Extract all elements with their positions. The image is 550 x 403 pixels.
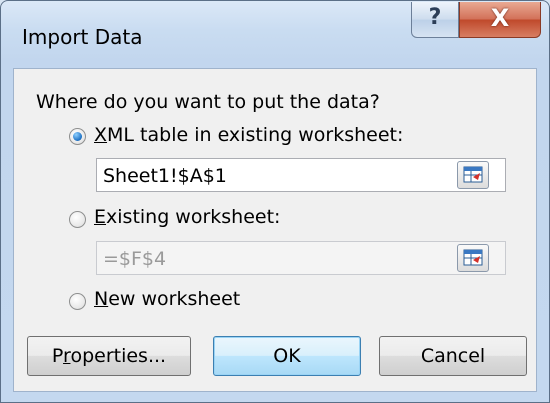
radio-xml-table-label[interactable]: XML table in existing worksheet: — [94, 124, 403, 146]
xml-table-range-value: Sheet1!$A$1 — [103, 165, 227, 187]
mnemonic-e: E — [94, 206, 107, 228]
properties-button[interactable]: Properties... — [27, 336, 191, 376]
collapse-dialog-icon — [463, 249, 483, 266]
collapse-dialog-icon — [463, 166, 483, 183]
radio-new-worksheet[interactable] — [69, 293, 86, 310]
label-rest: ew worksheet — [108, 288, 241, 310]
mnemonic-n: N — [94, 288, 109, 310]
label-rest: xisting worksheet: — [106, 206, 281, 228]
existing-worksheet-range-value: =$F$4 — [103, 248, 167, 270]
help-button[interactable]: ? — [411, 2, 459, 38]
label-pre: P — [51, 345, 64, 367]
dialog-title: Import Data — [22, 25, 143, 49]
help-icon: ? — [428, 5, 442, 30]
existing-worksheet-ref-button[interactable] — [457, 244, 489, 272]
radio-new-worksheet-label[interactable]: New worksheet — [94, 288, 240, 310]
radio-existing-worksheet[interactable] — [69, 211, 86, 228]
prompt-label: Where do you want to put the data? — [36, 91, 380, 113]
xml-table-range-ref-button[interactable] — [457, 161, 489, 189]
close-button[interactable]: X — [459, 2, 541, 38]
radio-existing-worksheet-label[interactable]: Existing worksheet: — [94, 206, 280, 228]
existing-worksheet-range-field[interactable]: =$F$4 — [96, 241, 506, 275]
cancel-button[interactable]: Cancel — [379, 336, 527, 376]
title-bar[interactable]: Import Data ? X — [1, 1, 549, 67]
label-rest: operties... — [70, 345, 167, 367]
dialog-content: Where do you want to put the data? XML t… — [13, 68, 537, 392]
ok-button[interactable]: OK — [213, 336, 361, 376]
import-data-dialog: Import Data ? X Where do you want to put… — [0, 0, 550, 403]
mnemonic-x: X — [94, 124, 108, 146]
radio-xml-table[interactable] — [69, 128, 86, 145]
label-rest: ML table in existing worksheet: — [107, 124, 404, 146]
xml-table-range-field[interactable]: Sheet1!$A$1 — [96, 158, 506, 192]
close-icon: X — [490, 4, 510, 32]
